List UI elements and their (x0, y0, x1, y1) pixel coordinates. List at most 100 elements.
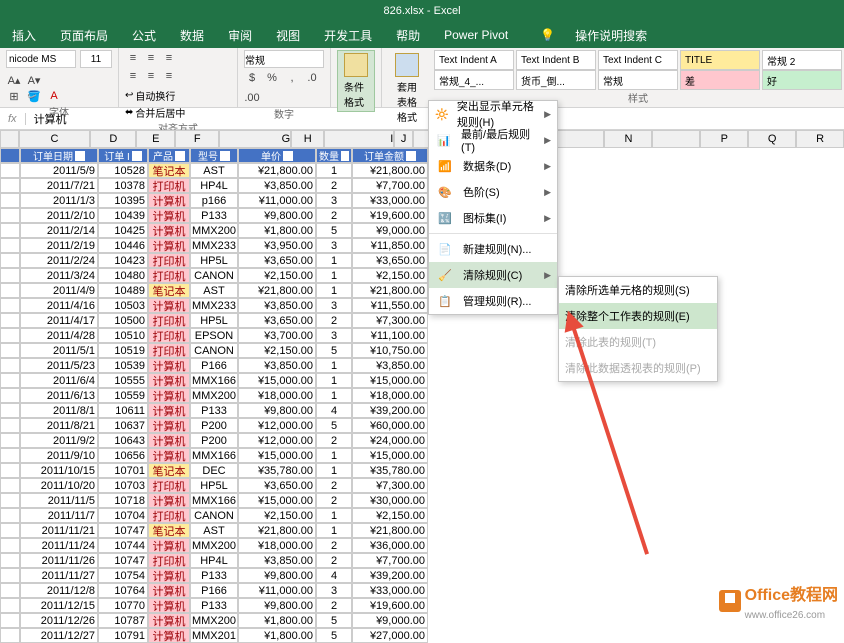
row-gutter[interactable] (0, 508, 20, 523)
cell[interactable]: ¥2,150.00 (238, 268, 316, 283)
tab-dev[interactable]: 开发工具 (316, 23, 380, 48)
cell[interactable]: 打印机 (148, 343, 190, 358)
cell[interactable]: 计算机 (148, 628, 190, 643)
tab-powerpivot[interactable]: Power Pivot (436, 24, 516, 46)
cell[interactable]: MMX166 (190, 493, 238, 508)
row-gutter[interactable] (0, 553, 20, 568)
cell[interactable]: P200 (190, 418, 238, 433)
cell[interactable]: 计算机 (148, 403, 190, 418)
cell[interactable]: ¥7,300.00 (352, 313, 428, 328)
cell[interactable]: 计算机 (148, 493, 190, 508)
col-header[interactable]: R (796, 130, 844, 148)
cell[interactable]: HP4L (190, 178, 238, 193)
table-format-button[interactable]: 套用 表格格式 (388, 50, 426, 127)
cell[interactable]: 计算机 (148, 208, 190, 223)
cell[interactable]: 1 (316, 388, 352, 403)
header-cell[interactable]: 型号 (190, 148, 238, 163)
cell[interactable]: 10703 (98, 478, 148, 493)
col-header[interactable]: I (324, 130, 394, 148)
cell[interactable]: 5 (316, 343, 352, 358)
cell[interactable]: ¥1,800.00 (238, 223, 316, 238)
cell[interactable]: 2011/8/21 (20, 418, 98, 433)
cell[interactable]: 10770 (98, 598, 148, 613)
cell[interactable]: 1 (316, 283, 352, 298)
cell[interactable]: 1 (316, 523, 352, 538)
cell[interactable]: ¥15,000.00 (238, 448, 316, 463)
cell[interactable]: CANON (190, 508, 238, 523)
cell[interactable]: 2011/12/8 (20, 583, 98, 598)
row-gutter[interactable] (0, 343, 20, 358)
cell[interactable]: 打印机 (148, 328, 190, 343)
cell[interactable]: 2011/5/1 (20, 343, 98, 358)
cell[interactable]: 10500 (98, 313, 148, 328)
col-header[interactable]: D (90, 130, 136, 148)
cell[interactable]: 打印机 (148, 478, 190, 493)
cell[interactable]: ¥21,800.00 (238, 163, 316, 178)
col-header[interactable]: J (394, 130, 413, 148)
row-gutter[interactable] (0, 478, 20, 493)
row-gutter[interactable] (0, 313, 20, 328)
decrease-font-icon[interactable]: A▾ (26, 72, 42, 88)
cell[interactable]: ¥9,800.00 (238, 568, 316, 583)
cell[interactable]: CANON (190, 268, 238, 283)
cell[interactable]: 计算机 (148, 238, 190, 253)
row-gutter[interactable] (0, 568, 20, 583)
cell[interactable]: 10747 (98, 553, 148, 568)
cell[interactable]: 2011/8/1 (20, 403, 98, 418)
cell[interactable]: ¥36,000.00 (352, 538, 428, 553)
cell[interactable]: 10519 (98, 343, 148, 358)
cell[interactable]: MMX166 (190, 448, 238, 463)
cell[interactable]: ¥21,800.00 (352, 283, 428, 298)
cell[interactable]: 打印机 (148, 553, 190, 568)
cell[interactable]: 1 (316, 463, 352, 478)
cell[interactable]: 2011/11/7 (20, 508, 98, 523)
cell[interactable]: 10764 (98, 583, 148, 598)
menu-item[interactable]: 📶数据条(D)▶ (429, 153, 557, 179)
cell[interactable]: ¥7,700.00 (352, 178, 428, 193)
cell[interactable]: 10718 (98, 493, 148, 508)
col-header[interactable]: E (136, 130, 175, 148)
row-gutter[interactable] (0, 418, 20, 433)
menu-item[interactable]: 📄新建规则(N)... (429, 236, 557, 262)
cell[interactable]: ¥10,750.00 (352, 343, 428, 358)
cell[interactable]: ¥3,850.00 (238, 358, 316, 373)
cell[interactable]: 2011/2/10 (20, 208, 98, 223)
border-icon[interactable]: ⊞ (6, 88, 22, 104)
cell[interactable]: 10791 (98, 628, 148, 643)
cell[interactable]: 2011/4/9 (20, 283, 98, 298)
cell[interactable]: EPSON (190, 328, 238, 343)
cell[interactable]: 2 (316, 178, 352, 193)
row-gutter[interactable] (0, 598, 20, 613)
cell[interactable]: 笔记本 (148, 163, 190, 178)
cell[interactable]: 10704 (98, 508, 148, 523)
cell[interactable]: ¥21,800.00 (352, 163, 428, 178)
style-cell[interactable]: 货币_倒... (516, 70, 596, 90)
header-cell[interactable]: 数量 (316, 148, 352, 163)
col-header[interactable] (652, 130, 700, 148)
cell[interactable]: ¥15,000.00 (238, 373, 316, 388)
row-gutter[interactable] (0, 148, 20, 163)
align-left-icon[interactable]: ≡ (125, 68, 141, 84)
row-gutter[interactable] (0, 538, 20, 553)
cell[interactable]: 2011/3/24 (20, 268, 98, 283)
row-gutter[interactable] (0, 628, 20, 643)
cell[interactable]: 2 (316, 553, 352, 568)
col-header[interactable]: F (175, 130, 219, 148)
cell[interactable]: 1 (316, 358, 352, 373)
cell[interactable]: ¥18,000.00 (352, 388, 428, 403)
cell[interactable]: P166 (190, 358, 238, 373)
cell[interactable]: MMX166 (190, 373, 238, 388)
tab-layout[interactable]: 页面布局 (52, 23, 116, 48)
cell[interactable]: ¥33,000.00 (352, 193, 428, 208)
cell[interactable]: 计算机 (148, 568, 190, 583)
cell[interactable]: 2011/5/23 (20, 358, 98, 373)
fx-icon[interactable]: fx (0, 113, 26, 125)
cell[interactable]: ¥12,000.00 (238, 433, 316, 448)
cell[interactable]: AST (190, 283, 238, 298)
cell[interactable]: P133 (190, 403, 238, 418)
cell[interactable]: 2011/10/15 (20, 463, 98, 478)
cell[interactable]: 2011/9/2 (20, 433, 98, 448)
cell[interactable]: ¥30,000.00 (352, 493, 428, 508)
cell[interactable]: ¥9,800.00 (238, 403, 316, 418)
cell[interactable]: ¥18,000.00 (238, 388, 316, 403)
